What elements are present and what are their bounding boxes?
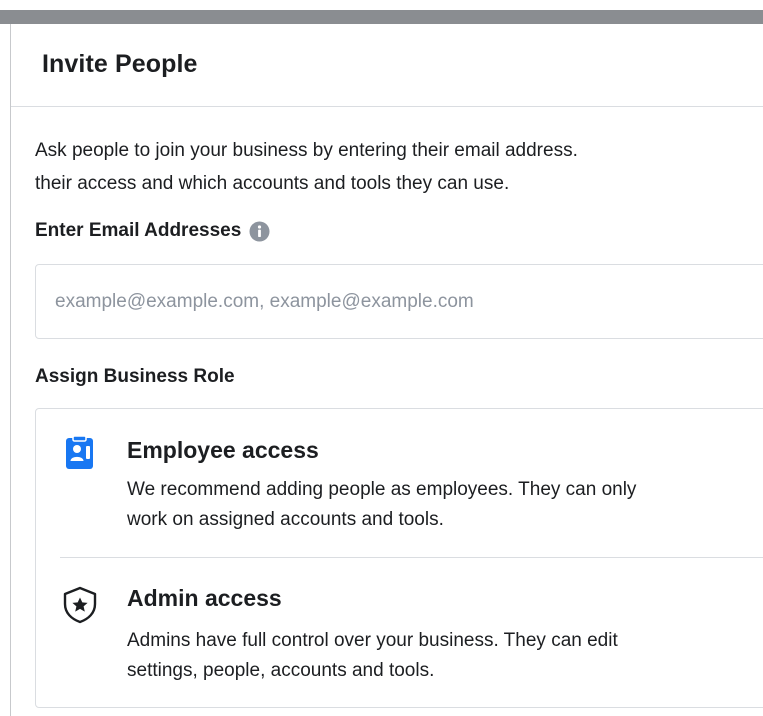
dialog-intro-text: Ask people to join your business by ente… [35,134,763,200]
admin-desc-line-1: Admins have full control over your busin… [127,630,618,651]
email-label-row: Enter Email Addresses [35,220,270,242]
admin-access-description: Admins have full control over your busin… [127,626,763,686]
window-top-strip [0,10,763,24]
dialog-title: Invite People [42,50,198,78]
role-divider [60,557,763,558]
employee-desc-line-2: work on assigned accounts and tools. [127,509,444,530]
email-addresses-input[interactable] [35,264,763,339]
dialog-header: Invite People [11,24,763,107]
intro-line-1: Ask people to join your business by ente… [35,140,578,161]
employee-desc-line-1: We recommend adding people as employees.… [127,479,637,500]
admin-desc-line-2: settings, people, accounts and tools. [127,660,435,681]
info-icon[interactable] [249,221,270,242]
employee-badge-icon [60,434,100,474]
assign-role-label: Assign Business Role [35,366,235,387]
email-field-label: Enter Email Addresses [35,220,242,241]
employee-access-title: Employee access [127,437,319,463]
invite-people-dialog: Invite People Ask people to join your bu… [10,24,763,716]
employee-access-option[interactable]: Employee access We recommend adding peop… [36,409,763,558]
admin-access-title: Admin access [127,585,282,611]
window-top-bar [0,0,763,24]
intro-line-2: their access and which accounts and tool… [35,173,510,194]
admin-access-option[interactable]: Admin access Admins have full control ov… [36,559,763,709]
employee-access-description: We recommend adding people as employees.… [127,475,763,535]
role-options-box: Employee access We recommend adding peop… [35,408,763,708]
shield-star-icon [60,585,100,625]
